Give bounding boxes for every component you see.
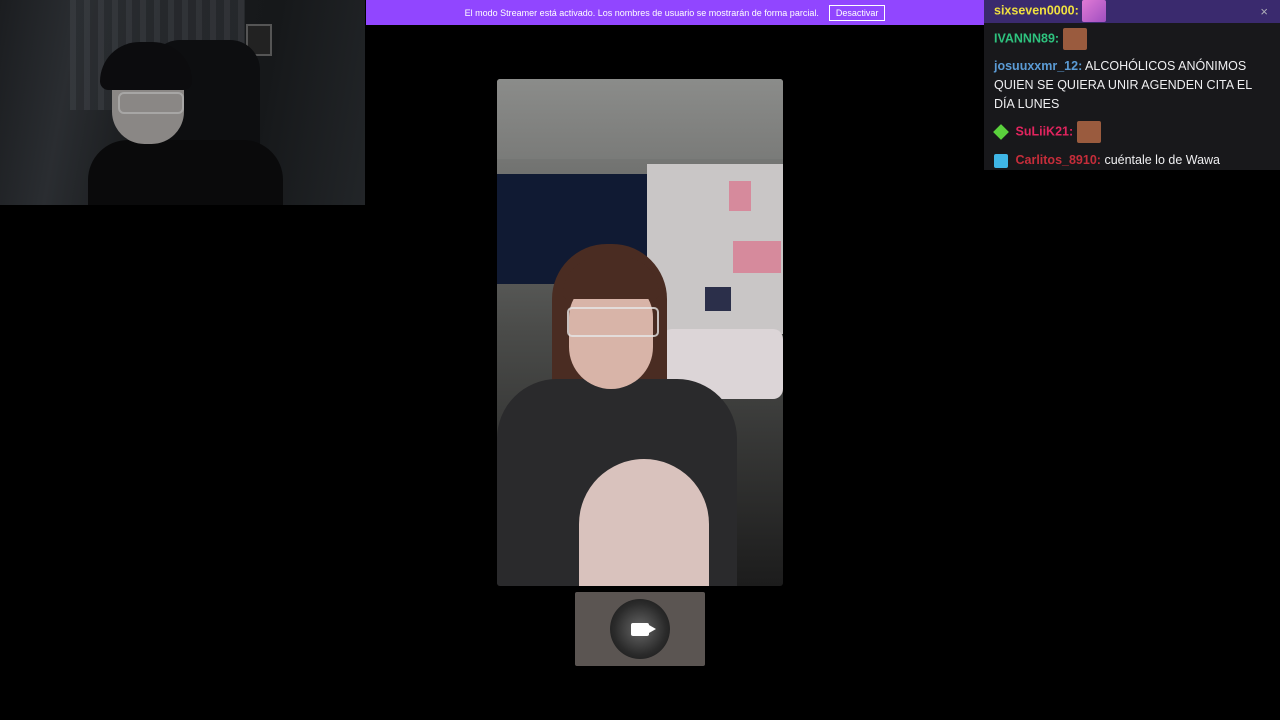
wall-poster [729, 181, 751, 211]
pink-emote-icon [1082, 0, 1107, 22]
chat-username[interactable]: sixseven0000: [994, 3, 1079, 17]
streamer-body [88, 140, 283, 205]
self-preview-tile[interactable] [575, 592, 705, 666]
face-emote-icon [1076, 121, 1101, 143]
deactivate-button[interactable]: Desactivar [828, 4, 886, 21]
chat-username[interactable]: Carlitos_8910: [1015, 153, 1100, 167]
chat-message: IVANNN89: [994, 28, 1266, 50]
chat-username[interactable]: SuLiiK21: [1015, 124, 1073, 138]
avatar [610, 599, 670, 659]
cube-badge-icon [994, 153, 1008, 168]
remote-video-feed [497, 79, 783, 586]
chat-panel: × sixseven0000: IVANNN89: josuuxxmr_12: … [984, 0, 1280, 170]
chat-username[interactable]: josuuxxmr_12: [994, 59, 1082, 73]
chat-username[interactable]: IVANNN89: [994, 31, 1059, 45]
banner-text: El modo Streamer está activado. Los nomb… [464, 7, 819, 18]
chat-message: josuuxxmr_12: ALCOHÓLICOS ANÓNIMOS QUIEN… [994, 57, 1266, 114]
chat-message: Carlitos_8910: cuéntale lo de Wawa [994, 151, 1266, 170]
streamer-mode-banner: El modo Streamer está activado. Los nomb… [366, 0, 984, 25]
wall-poster [733, 241, 781, 273]
diamond-badge-icon [993, 124, 1009, 140]
chat-message-text: cuéntale lo de Wawa [1104, 153, 1221, 167]
video-camera-icon[interactable] [631, 622, 656, 636]
chat-message: SuLiiK21: [993, 121, 1266, 143]
streamer-glasses [118, 92, 184, 114]
chat-message: sixseven0000: [994, 0, 1266, 22]
face-emote-icon [1062, 28, 1087, 50]
person-knee [579, 459, 709, 586]
person-glasses [567, 307, 659, 337]
streamer-webcam [0, 0, 365, 205]
wall-poster [705, 287, 731, 311]
room-ceiling [497, 79, 783, 159]
